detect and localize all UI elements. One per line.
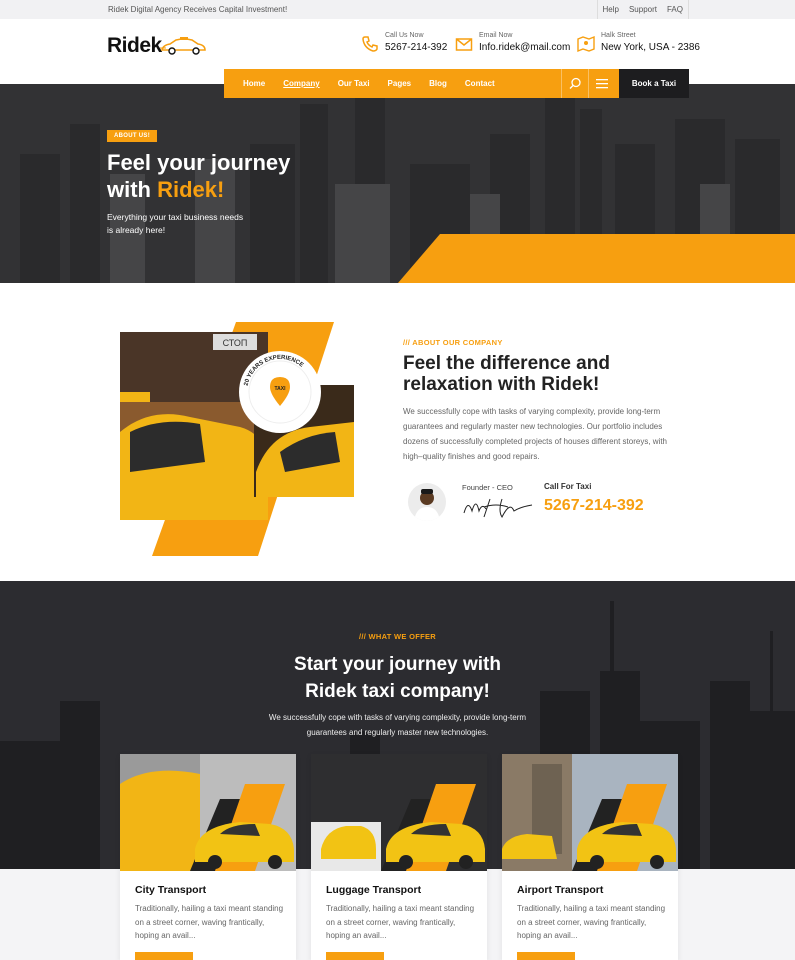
email-label: Email Now: [479, 32, 513, 39]
menu-icon[interactable]: [596, 78, 608, 89]
stop-sign-text: СТОП: [223, 338, 248, 348]
about-us-badge: ABOUT US!: [107, 130, 158, 142]
nav-blog[interactable]: Blog: [429, 79, 447, 88]
faq-link[interactable]: FAQ: [662, 0, 688, 19]
offer-section: /// WHAT WE OFFER Start your journey wit…: [0, 581, 795, 960]
offer-title-line1: Start your journey with: [294, 654, 501, 675]
about-description: We successfully cope with tasks of varyi…: [403, 407, 667, 461]
book-taxi-button[interactable]: Book a Taxi: [619, 69, 689, 98]
nav-divider: [561, 69, 562, 98]
service-card-luggage[interactable]: Luggage Transport Traditionally, hailing…: [311, 754, 487, 960]
map-icon: [577, 35, 595, 53]
help-link[interactable]: Help: [598, 0, 624, 19]
founder-signature: [463, 498, 533, 518]
top-links: Help Support FAQ: [596, 0, 689, 19]
founder-label: Founder - CEO: [462, 483, 513, 492]
nav-home[interactable]: Home: [243, 79, 265, 88]
phone-icon: [362, 36, 378, 52]
nav-contact[interactable]: Contact: [465, 79, 495, 88]
address-info: Halk Street New York, USA - 2386: [577, 32, 700, 53]
nav-company[interactable]: Company: [283, 79, 319, 88]
call-taxi-label: Call For Taxi: [544, 482, 592, 491]
search-icon[interactable]: [569, 77, 582, 90]
seal-taxi-text: TAXI: [274, 386, 286, 392]
hero-title-highlight: Ridek!: [157, 177, 225, 202]
main-nav: Home Company Our Taxi Pages Blog Contact: [224, 69, 620, 98]
top-bar: Ridek Digital Agency Receives Capital In…: [0, 0, 795, 19]
hero-title: Feel your journey with Ridek!: [107, 149, 290, 203]
about-section: СТОП 20 YEARS EXPERIENCE TAXI /// ABOUT …: [0, 283, 795, 581]
service-card-airport[interactable]: Airport Transport Traditionally, hailing…: [502, 754, 678, 960]
nav-pages[interactable]: Pages: [388, 79, 412, 88]
hero-section: ABOUT US! Feel your journey with Ridek! …: [0, 84, 795, 283]
airport-transport-image: [502, 754, 678, 871]
nav-divider: [588, 69, 589, 98]
service-card-city[interactable]: City Transport Traditionally, hailing a …: [120, 754, 296, 960]
card-title: Luggage Transport: [326, 884, 422, 896]
email-info[interactable]: Email Now Info.ridek@mail.com: [455, 32, 570, 53]
email-value: Info.ridek@mail.com: [479, 42, 571, 53]
announcement-text: Ridek Digital Agency Receives Capital In…: [108, 5, 288, 14]
about-eyebrow: /// ABOUT OUR COMPANY: [403, 338, 503, 347]
hero-title-prefix: with: [107, 177, 158, 202]
read-more-button[interactable]: [326, 952, 384, 960]
card-text: Traditionally, hailing a taxi meant stan…: [135, 904, 284, 940]
read-more-button[interactable]: [135, 952, 193, 960]
address-label: Halk Street: [601, 32, 636, 39]
city-transport-image: [120, 754, 296, 871]
mail-icon: [455, 38, 473, 51]
nav-our-taxi[interactable]: Our Taxi: [338, 79, 370, 88]
phone-info[interactable]: Call Us Now 5267-214-392: [361, 32, 447, 53]
about-title: Feel the difference and relaxation with …: [403, 353, 610, 395]
phone-value: 5267-214-392: [385, 42, 448, 53]
address-value: New York, USA - 2386: [601, 42, 700, 53]
taxi-collage-image: СТОП 20 YEARS EXPERIENCE TAXI: [120, 322, 354, 556]
card-text: Traditionally, hailing a taxi meant stan…: [326, 904, 475, 940]
call-taxi-number[interactable]: 5267-214-392: [544, 497, 644, 515]
founder-avatar: [408, 483, 446, 521]
hero-title-line1: Feel your journey: [107, 150, 291, 175]
logo-text: Ridek: [107, 34, 162, 57]
card-text: Traditionally, hailing a taxi meant stan…: [517, 904, 666, 940]
taxi-logo-icon: [160, 37, 206, 55]
offer-eyebrow: /// WHAT WE OFFER: [358, 632, 437, 641]
hero-subtitle: Everything your taxi business needs is a…: [107, 212, 244, 235]
card-title: Airport Transport: [517, 884, 604, 896]
phone-label: Call Us Now: [385, 32, 424, 39]
offer-subtitle: We successfully cope with tasks of varyi…: [268, 713, 527, 737]
luggage-transport-image: [311, 754, 487, 871]
logo[interactable]: Ridek: [107, 34, 206, 58]
support-link[interactable]: Support: [624, 0, 662, 19]
card-title: City Transport: [135, 884, 207, 896]
offer-title: Start your journey with Ridek taxi compa…: [0, 651, 795, 705]
read-more-button[interactable]: [517, 952, 575, 960]
offer-title-line2: Ridek taxi company!: [305, 681, 490, 702]
